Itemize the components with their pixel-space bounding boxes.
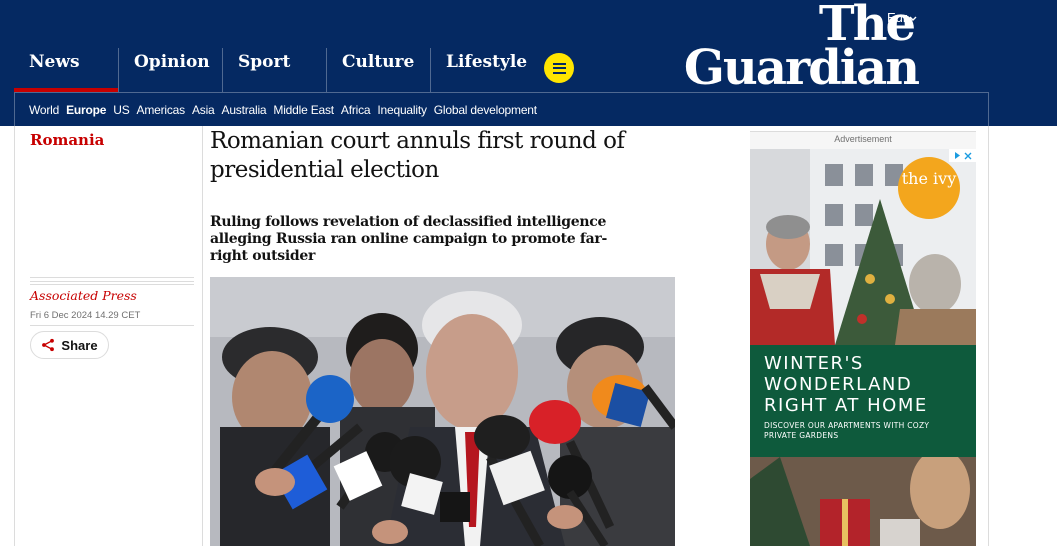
share-label: Share <box>61 337 98 353</box>
ad-headline-line: WONDERLAND <box>764 374 913 395</box>
byline[interactable]: Associated Press <box>30 288 137 303</box>
masthead: Eur The Guardian News Opinion Sport Cult… <box>0 0 1057 126</box>
pillar-sport[interactable]: Sport <box>222 48 326 92</box>
pillar-opinion[interactable]: Opinion <box>118 48 222 92</box>
pillar-lifestyle[interactable]: Lifestyle <box>430 48 534 92</box>
subnav-us[interactable]: US <box>113 103 129 117</box>
menu-icon-bar <box>552 71 566 74</box>
ad-subline: DISCOVER OUR APARTMENTS WITH COZY PRIVAT… <box>764 421 930 440</box>
menu-icon <box>552 62 566 65</box>
pillar-culture[interactable]: Culture <box>326 48 430 92</box>
pillar-nav: News Opinion Sport Culture Lifestyle <box>14 48 534 92</box>
subnav-middle-east[interactable]: Middle East <box>273 103 334 117</box>
subnav-australia[interactable]: Australia <box>222 103 267 117</box>
column-divider <box>202 126 203 546</box>
menu-icon-bar <box>552 67 566 69</box>
ad-headline-line: WINTER'S <box>764 353 864 374</box>
subnav-asia[interactable]: Asia <box>192 103 215 117</box>
sub-nav: World Europe US Americas Asia Australia … <box>14 92 989 126</box>
logo-line-2: Guardian <box>683 40 920 96</box>
guardian-logo[interactable]: The Guardian <box>668 0 920 96</box>
subnav-world[interactable]: World <box>29 103 59 117</box>
ad-creative[interactable]: the ivy WINTER'S WONDERLAND RIGHT AT HOM… <box>750 149 976 546</box>
ad-label: Advertisement <box>834 134 892 144</box>
share-icon <box>41 338 55 352</box>
publish-date: Fri 6 Dec 2024 14.29 CET <box>30 310 141 321</box>
subnav-global-development[interactable]: Global development <box>434 103 537 117</box>
subnav-africa[interactable]: Africa <box>341 103 371 117</box>
subnav-americas[interactable]: Americas <box>137 103 186 117</box>
ad-brand-badge: the ivy <box>898 157 960 219</box>
menu-button[interactable] <box>544 53 574 83</box>
subnav-europe[interactable]: Europe <box>66 103 106 117</box>
press-scrum-photo <box>210 277 675 546</box>
adchoices-icon[interactable] <box>949 149 976 162</box>
pillar-news[interactable]: News <box>14 48 118 92</box>
share-button[interactable]: Share <box>30 331 109 359</box>
article-standfirst: Ruling follows revelation of declassifie… <box>210 214 608 264</box>
meta-divider-mid <box>30 281 194 282</box>
ad-headline: WINTER'S WONDERLAND RIGHT AT HOME <box>764 353 928 416</box>
subnav-inequality[interactable]: Inequality <box>377 103 427 117</box>
meta-divider-bottom <box>30 325 194 326</box>
ad-message-panel: WINTER'S WONDERLAND RIGHT AT HOME DISCOV… <box>750 345 976 457</box>
ad-headline-line: RIGHT AT HOME <box>764 395 928 416</box>
section-tag[interactable]: Romania <box>30 131 104 149</box>
article-headline: Romanian court annuls first round of pre… <box>210 128 625 183</box>
article-main-image[interactable] <box>210 277 675 546</box>
